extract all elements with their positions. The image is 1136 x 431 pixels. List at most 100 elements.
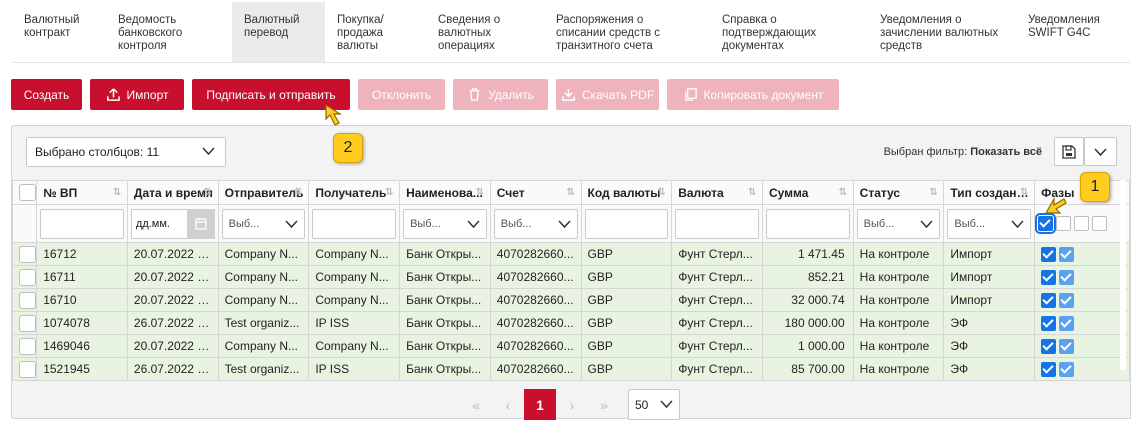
table-row[interactable]: 16710 20.07.2022 0... Company N... Company …: [11, 288, 1130, 312]
tab-swift-notices[interactable]: Уведомления SWIFT G4C: [1016, 2, 1126, 62]
header-label: № ВП: [43, 185, 78, 200]
name-filter-select[interactable]: Выб...: [403, 208, 487, 239]
first-page-button[interactable]: «: [460, 389, 492, 420]
select-all-checkbox[interactable]: [19, 184, 36, 201]
cell-date: 26.07.2022 0...: [126, 311, 219, 335]
tab-transit-debit-orders[interactable]: Распоряжения о списании средств с транзи…: [544, 2, 710, 62]
table-row[interactable]: 1074078 26.07.2022 0... Test organiz... IP …: [11, 311, 1130, 335]
currency-code-filter-input[interactable]: [584, 208, 669, 239]
filter-cell: дд.мм.: [126, 204, 219, 243]
table-row[interactable]: 16712 20.07.2022 0... Company N... Company …: [11, 242, 1130, 266]
status-filter-select[interactable]: Выб...: [856, 208, 941, 239]
cell-sender: Company N...: [217, 242, 310, 266]
amount-filter-input[interactable]: [765, 208, 850, 239]
tab-currency-contract[interactable]: Валютный контракт: [12, 2, 106, 62]
date-filter[interactable]: дд.мм.: [130, 208, 215, 239]
table-row[interactable]: 1521945 26.07.2022 0... Test organiz... IP …: [11, 357, 1130, 381]
header-status[interactable]: Статус ⇅: [852, 180, 945, 205]
header-amount[interactable]: Сумма ⇅: [761, 180, 854, 205]
row-select-cell: [11, 357, 38, 381]
header-label: Отправитель: [224, 185, 304, 200]
phase-filter-checkbox-1[interactable]: [1035, 213, 1057, 234]
filter-menu-button[interactable]: [1084, 137, 1117, 166]
header-currency-code[interactable]: Код валюты ⇅: [580, 180, 673, 205]
header-date[interactable]: Дата и время ⇅: [126, 180, 219, 205]
cell-code: GBP: [580, 311, 673, 335]
sort-icon: ⇅: [475, 187, 485, 198]
account-filter-select[interactable]: Выб...: [493, 208, 578, 239]
header-name[interactable]: Наименова... ⇅: [399, 180, 491, 205]
last-page-button[interactable]: »: [588, 389, 620, 420]
cell-currency: Фунт Стерл...: [671, 265, 763, 289]
recipient-filter-input[interactable]: [312, 208, 397, 239]
next-page-button[interactable]: ›: [556, 389, 588, 420]
cell-type: ЭФ: [943, 334, 1036, 358]
tab-bank-control-sheet[interactable]: Ведомость банковского контроля: [106, 2, 232, 62]
row-checkbox[interactable]: [19, 268, 36, 286]
page-1-button[interactable]: 1: [524, 389, 556, 420]
creation-type-filter-select[interactable]: Выб...: [947, 208, 1032, 239]
cell-recipient: IP ISS: [308, 357, 401, 381]
row-checkbox[interactable]: [19, 245, 36, 263]
delete-button[interactable]: Удалить: [453, 79, 548, 110]
header-currency[interactable]: Валюта ⇅: [671, 180, 763, 205]
sort-icon: ⇅: [1020, 187, 1029, 198]
download-pdf-button[interactable]: Скачать PDF: [556, 79, 659, 110]
table-row[interactable]: 1469046 20.07.2022 0... Company N... Compan…: [11, 334, 1130, 358]
tab-supporting-documents[interactable]: Справка о подтверждающих документах: [710, 2, 868, 62]
date-filter-input[interactable]: дд.мм.: [130, 208, 187, 239]
prev-page-button[interactable]: ‹: [492, 389, 524, 420]
phase-1-check-icon: [1041, 246, 1057, 262]
cell-name: Банк Откры...: [399, 357, 491, 381]
download-pdf-label: Скачать PDF: [581, 87, 655, 102]
phase-filter-checkbox-3[interactable]: [1074, 216, 1090, 231]
reject-button[interactable]: Отклонить: [358, 79, 445, 110]
select-placeholder: Выб...: [500, 217, 532, 230]
header-label: Получатель: [315, 185, 387, 200]
import-button[interactable]: Импорт: [90, 79, 184, 110]
row-checkbox[interactable]: [19, 360, 36, 378]
cell-account: 4070282660...: [489, 334, 582, 358]
filter-cell: Выб...: [489, 204, 582, 243]
pointer-arrow-icon: [1044, 196, 1067, 214]
per-page-select[interactable]: 50: [628, 389, 680, 420]
number-filter-input[interactable]: [40, 208, 124, 239]
select-placeholder: Выб...: [863, 217, 895, 230]
header-account[interactable]: Счет ⇅: [489, 180, 582, 205]
header-sender[interactable]: Отправитель ⇅: [217, 180, 310, 205]
per-page-value: 50: [635, 397, 649, 412]
header-recipient[interactable]: Получатель ⇅: [308, 180, 401, 205]
filter-cell: [671, 204, 763, 243]
save-filter-button[interactable]: [1054, 137, 1084, 166]
columns-select[interactable]: Выбрано столбцов: 11: [26, 137, 226, 167]
row-checkbox[interactable]: [19, 337, 36, 355]
cell-date: 26.07.2022 0...: [126, 357, 219, 381]
import-label: Импорт: [126, 87, 169, 102]
tab-currency-credit-notices[interactable]: Уведомления о зачислении валютных средст…: [868, 2, 1016, 62]
sort-icon: ⇅: [929, 187, 938, 198]
tab-currency-operations[interactable]: Сведения о валютных операциях: [426, 2, 544, 62]
row-checkbox[interactable]: [19, 291, 36, 309]
cell-status: На контроле: [852, 265, 945, 289]
tab-currency-exchange[interactable]: Покупка/ продажа валюты: [325, 2, 426, 62]
table-row[interactable]: 16711 20.07.2022 0... Company N... Company …: [11, 265, 1130, 289]
cell-status: На контроле: [852, 242, 945, 266]
create-button[interactable]: Создать: [11, 79, 82, 110]
sender-filter-select[interactable]: Выб...: [221, 208, 306, 239]
copy-document-button[interactable]: Копировать документ: [667, 79, 839, 110]
header-number[interactable]: № ВП ⇅: [36, 180, 128, 205]
scrollbar[interactable]: [1120, 180, 1126, 370]
row-checkbox[interactable]: [19, 314, 36, 332]
tab-currency-transfer[interactable]: Валютный перевод: [232, 2, 325, 62]
cell-date: 20.07.2022 0...: [126, 288, 219, 312]
row-select-cell: [11, 311, 38, 335]
cell-name: Банк Откры...: [399, 311, 491, 335]
phases-cell: [1034, 242, 1130, 266]
select-all-cell: [11, 180, 38, 205]
currency-filter-input[interactable]: [675, 208, 759, 239]
header-creation-type[interactable]: Тип создания ⇅: [943, 180, 1036, 205]
phase-filter-checkbox-2[interactable]: [1056, 216, 1072, 231]
phase-filter-checkbox-4[interactable]: [1092, 216, 1108, 231]
header-label: Наименова...: [406, 185, 483, 200]
calendar-button[interactable]: [186, 208, 215, 239]
